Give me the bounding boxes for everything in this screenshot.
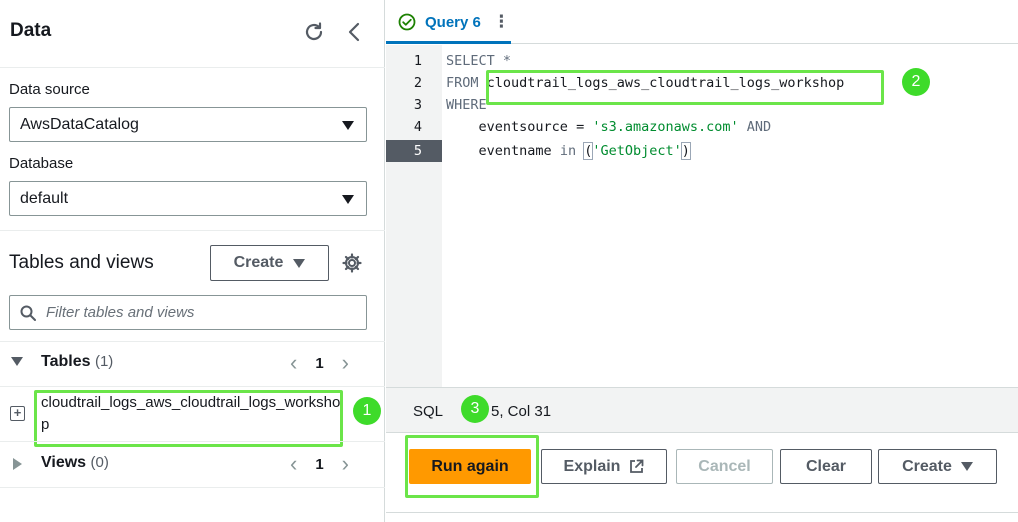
code-line-1: SELECT * [446, 50, 511, 72]
code-line-5: eventname in ('GetObject') [446, 140, 691, 162]
table-list-item[interactable]: cloudtrail_logs_aws_cloudtrail_logs_work… [41, 392, 341, 436]
caret-down-icon [293, 258, 306, 268]
tables-group-label[interactable]: Tables (1) [41, 353, 113, 371]
caret-down-icon [342, 195, 354, 204]
explain-button[interactable]: Explain [541, 449, 667, 484]
create-button-label: Create [233, 254, 284, 271]
sql-keyword: WHERE [446, 97, 487, 113]
tables-pagination: ‹ 1 › [290, 352, 349, 374]
success-check-icon [398, 13, 416, 31]
tables-label: Tables [41, 353, 91, 370]
divider [0, 441, 385, 442]
sql-paren: ) [680, 142, 691, 160]
database-select[interactable]: default [9, 181, 367, 216]
query-tab-label: Query 6 [425, 13, 481, 31]
annotation-marker-1: 1 [353, 397, 381, 425]
line-number: 1 [413, 53, 423, 69]
divider [386, 512, 1018, 513]
code-line-4: eventsource = 's3.amazonaws.com' AND [446, 116, 772, 138]
chevron-right-icon[interactable]: › [342, 453, 349, 475]
sql-table-name: cloudtrail_logs_aws_cloudtrail_logs_work… [486, 75, 845, 91]
create-label: Create [902, 457, 952, 475]
expand-views-caret-icon[interactable] [13, 458, 22, 470]
views-count: (0) [90, 454, 109, 471]
data-panel: Data Data source AwsDataCatalog Database… [0, 0, 385, 522]
expand-table-plus-icon[interactable]: + [10, 406, 25, 421]
external-link-icon [630, 459, 644, 473]
language-label: SQL [413, 403, 444, 420]
sql-keyword: FROM [446, 75, 479, 91]
data-source-label: Data source [9, 81, 90, 98]
tables-count: (1) [94, 353, 114, 370]
sql-string: 'GetObject' [592, 143, 682, 159]
create-button[interactable]: Create [878, 449, 997, 484]
divider [0, 386, 385, 387]
cursor-position: 5, Col 31 [491, 403, 552, 420]
cancel-button[interactable]: Cancel [676, 449, 773, 484]
data-source-select[interactable]: AwsDataCatalog [9, 107, 367, 142]
sql-keyword: in [559, 143, 577, 159]
sql-field: eventsource [478, 119, 568, 135]
tab-query-6[interactable]: Query 6 ⋮ [386, 0, 522, 44]
database-label: Database [9, 155, 74, 172]
divider [0, 230, 385, 231]
divider [0, 341, 385, 342]
views-label: Views [41, 454, 87, 471]
sql-keyword: AND [746, 119, 772, 135]
tables-and-views-title: Tables and views [9, 252, 154, 273]
sql-string: 's3.amazonaws.com' [592, 119, 739, 135]
run-again-label: Run again [431, 457, 509, 475]
line-number: 2 [413, 75, 423, 91]
sql-field: eventname [478, 143, 552, 159]
views-pagination: ‹ 1 › [290, 453, 349, 475]
line-number: 4 [413, 119, 423, 135]
search-icon [20, 305, 36, 321]
sql-keyword: SELECT * [446, 53, 512, 69]
tables-page-number: 1 [315, 354, 324, 372]
database-value: default [20, 189, 69, 207]
clear-button[interactable]: Clear [780, 449, 872, 484]
clear-label: Clear [805, 457, 847, 475]
active-tab-indicator [386, 41, 511, 44]
explain-label: Explain [563, 457, 621, 475]
query-panel: Query 6 ⋮ 1 2 3 4 5 SELECT * FROM cloudt… [386, 0, 1018, 522]
filter-placeholder: Filter tables and views [46, 304, 195, 321]
sql-operator: = [576, 119, 585, 135]
data-panel-title: Data [10, 20, 52, 41]
collapse-chevron-left-icon[interactable] [342, 20, 366, 44]
run-again-button[interactable]: Run again [409, 449, 531, 484]
sql-editor[interactable]: 1 2 3 4 5 SELECT * FROM cloudtrail_logs_… [386, 45, 1018, 387]
caret-down-icon [342, 121, 354, 130]
cancel-label: Cancel [698, 457, 751, 475]
query-tab-bar: Query 6 ⋮ [386, 0, 1018, 44]
chevron-left-icon[interactable]: ‹ [290, 352, 297, 374]
kebab-menu-icon[interactable]: ⋮ [493, 12, 510, 32]
filter-tables-input[interactable]: Filter tables and views [9, 295, 367, 330]
views-page-number: 1 [315, 455, 324, 473]
data-source-value: AwsDataCatalog [20, 115, 139, 133]
chevron-left-icon[interactable]: ‹ [290, 453, 297, 475]
create-table-button[interactable]: Create [210, 245, 329, 281]
views-group-label[interactable]: Views (0) [41, 454, 109, 472]
text-cursor [689, 142, 691, 160]
line-number: 3 [413, 97, 423, 113]
expand-tables-caret-icon[interactable] [11, 357, 23, 366]
annotation-marker-3: 3 [461, 395, 489, 423]
settings-gear-icon[interactable] [340, 251, 364, 275]
refresh-icon[interactable] [302, 20, 326, 44]
code-line-2: FROM cloudtrail_logs_aws_cloudtrail_logs… [446, 72, 844, 94]
code-line-3: WHERE [446, 94, 487, 116]
caret-down-icon [960, 462, 973, 471]
chevron-right-icon[interactable]: › [342, 352, 349, 374]
divider [0, 487, 385, 488]
annotation-marker-2: 2 [902, 68, 930, 96]
divider [0, 67, 385, 68]
line-number-active: 5 [386, 140, 442, 162]
